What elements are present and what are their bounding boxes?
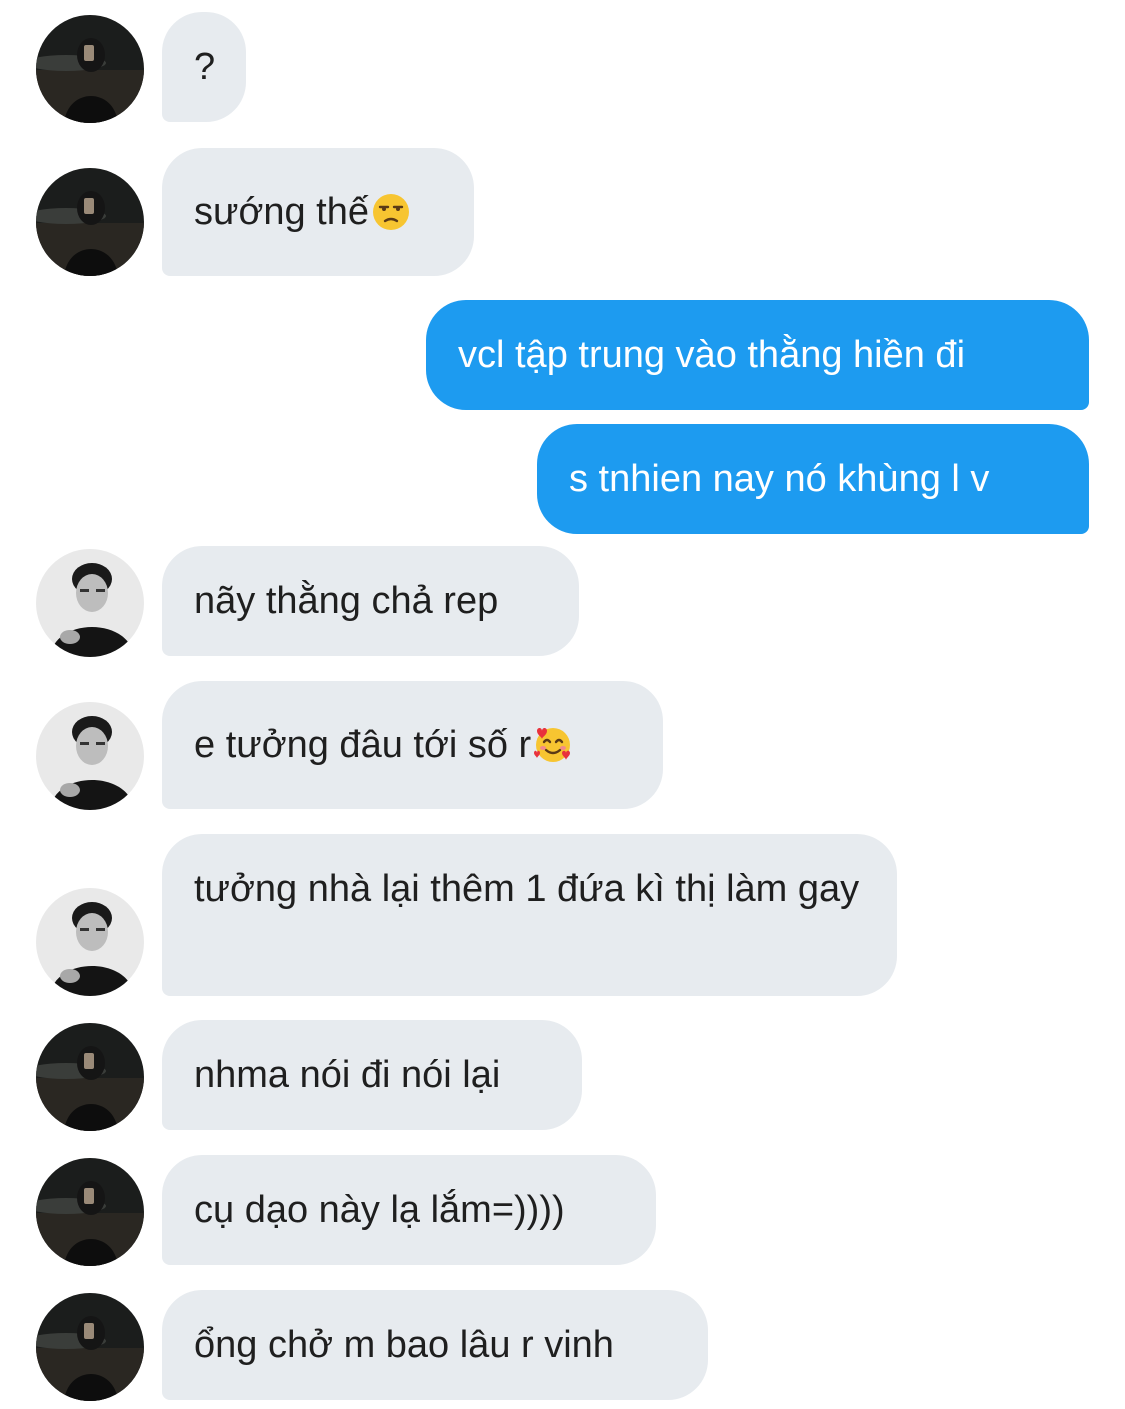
message-bubble-outgoing[interactable]: vcl tập trung vào thằng hiền đi <box>426 300 1089 410</box>
message-text: e tưởng đâu tới số r <box>194 724 532 766</box>
avatar[interactable] <box>36 1158 144 1266</box>
message-bubble-incoming[interactable]: nhma nói đi nói lại <box>162 1020 582 1130</box>
message-bubble-outgoing[interactable]: s tnhien nay nó khùng l v <box>537 424 1089 534</box>
message-text: ? <box>194 46 216 88</box>
avatar[interactable] <box>36 1293 144 1401</box>
message-text: ổng chở m bao lâu r vinh <box>194 1324 614 1366</box>
message-text: tưởng nhà lại thêm 1 đứa kì thị làm gay <box>194 868 860 910</box>
avatar-bw-portrait-icon <box>36 888 144 996</box>
message-bubble-incoming[interactable]: sướng thế <box>162 148 474 276</box>
avatar-dark-photo-icon <box>36 1293 144 1401</box>
message-text: nãy thằng chả rep <box>194 580 499 622</box>
avatar[interactable] <box>36 15 144 123</box>
message-bubble-incoming[interactable]: ổng chở m bao lâu r vinh <box>162 1290 708 1400</box>
message-bubble-incoming[interactable]: nãy thằng chả rep <box>162 546 579 656</box>
message-text: cụ dạo này lạ lắm=)))) <box>194 1189 565 1231</box>
message-text: nhma nói đi nói lại <box>194 1054 501 1096</box>
avatar[interactable] <box>36 549 144 657</box>
message-bubble-incoming[interactable]: e tưởng đâu tới số r <box>162 681 663 809</box>
avatar[interactable] <box>36 702 144 810</box>
message-bubble-incoming[interactable]: ? <box>162 12 246 122</box>
avatar[interactable] <box>36 1023 144 1131</box>
avatar[interactable] <box>36 168 144 276</box>
avatar-dark-photo-icon <box>36 168 144 276</box>
message-bubble-incoming[interactable]: tưởng nhà lại thêm 1 đứa kì thị làm gay <box>162 834 897 996</box>
message-text: sướng thế <box>194 191 370 233</box>
message-text: vcl tập trung vào thằng hiền đi <box>458 334 966 376</box>
avatar-dark-photo-icon <box>36 1158 144 1266</box>
avatar-dark-photo-icon <box>36 1023 144 1131</box>
smiling-face-with-hearts-icon <box>533 725 573 765</box>
avatar-bw-portrait-icon <box>36 549 144 657</box>
chat-thread: ? sướng thế vcl tập trung vào thằng hiền… <box>0 0 1125 1409</box>
message-text: s tnhien nay nó khùng l v <box>569 458 990 500</box>
avatar-bw-portrait-icon <box>36 702 144 810</box>
unamused-face-icon <box>371 192 411 232</box>
avatar[interactable] <box>36 888 144 996</box>
message-bubble-incoming[interactable]: cụ dạo này lạ lắm=)))) <box>162 1155 656 1265</box>
avatar-dark-photo-icon <box>36 15 144 123</box>
